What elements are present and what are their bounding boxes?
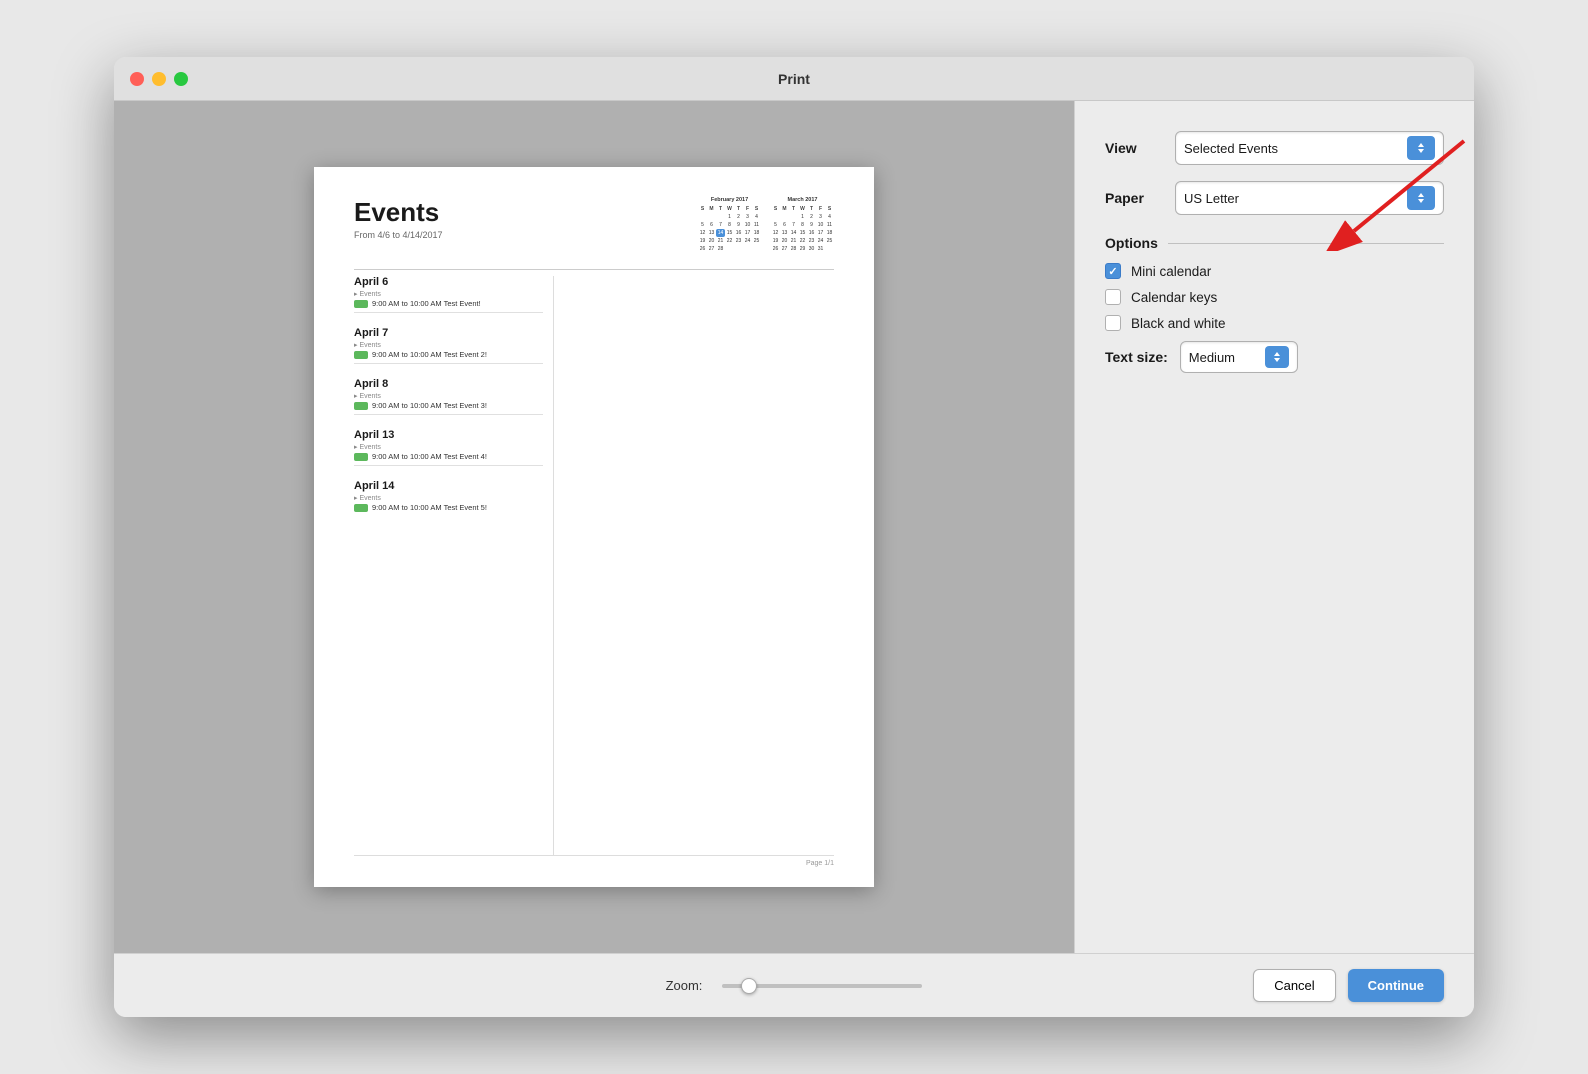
text-size-label: Text size:: [1105, 349, 1168, 365]
paper-left-column: April 6 ▸ Events 9:00 AM to 10:00 AM Tes…: [354, 276, 554, 855]
event-divider: [354, 312, 543, 313]
event-day-apr8: April 8 ▸ Events 9:00 AM to 10:00 AM Tes…: [354, 378, 543, 415]
mini-cal-mar: March 2017 SMTWTFS 1234 567891011 121314…: [771, 197, 834, 253]
event-color-dot: [354, 351, 368, 359]
bottom-buttons: Cancel Continue: [1253, 969, 1444, 1002]
calendar-keys-label: Calendar keys: [1131, 290, 1217, 305]
preview-panel: Events From 4/6 to 4/14/2017 February 20…: [114, 101, 1074, 953]
black-white-checkbox[interactable]: [1105, 315, 1121, 331]
event-item: 9:00 AM to 10:00 AM Test Event 3!: [354, 401, 543, 410]
window-title: Print: [778, 71, 810, 87]
event-color-dot: [354, 300, 368, 308]
event-time-text: 9:00 AM to 10:00 AM Test Event 4!: [372, 452, 487, 461]
event-color-dot: [354, 453, 368, 461]
mini-cal-mar-grid: SMTWTFS 1234 567891011 12131415161718 19…: [771, 205, 834, 253]
paper-footer: Page 1/1: [354, 855, 834, 867]
event-day-apr7: April 7 ▸ Events 9:00 AM to 10:00 AM Tes…: [354, 327, 543, 364]
event-time-text: 9:00 AM to 10:00 AM Test Event 2!: [372, 350, 487, 359]
event-color-dot: [354, 402, 368, 410]
mini-calendars: February 2017 SMTWTFS 1234 567891011 121…: [698, 197, 834, 253]
paper-body: April 6 ▸ Events 9:00 AM to 10:00 AM Tes…: [354, 276, 834, 855]
event-divider: [354, 414, 543, 415]
paper-header: Events From 4/6 to 4/14/2017 February 20…: [354, 197, 834, 253]
event-category: ▸ Events: [354, 392, 543, 400]
event-item: 9:00 AM to 10:00 AM Test Event 5!: [354, 503, 543, 512]
event-day-apr6: April 6 ▸ Events 9:00 AM to 10:00 AM Tes…: [354, 276, 543, 313]
main-content: Events From 4/6 to 4/14/2017 February 20…: [114, 101, 1474, 953]
mini-cal-mar-title: March 2017: [771, 197, 834, 203]
event-day-apr13: April 13 ▸ Events 9:00 AM to 10:00 AM Te…: [354, 429, 543, 466]
event-category: ▸ Events: [354, 443, 543, 451]
text-size-value: Medium: [1189, 350, 1235, 365]
event-time-text: 9:00 AM to 10:00 AM Test Event 3!: [372, 401, 487, 410]
titlebar: Print: [114, 57, 1474, 101]
option-mini-calendar-row: Mini calendar: [1105, 263, 1444, 279]
text-size-select[interactable]: Medium: [1180, 341, 1298, 373]
event-category: ▸ Events: [354, 341, 543, 349]
paper-right-column: [554, 276, 834, 855]
event-day-title: April 6: [354, 276, 543, 288]
event-item: 9:00 AM to 10:00 AM Test Event 4!: [354, 452, 543, 461]
event-item: 9:00 AM to 10:00 AM Test Event 2!: [354, 350, 543, 359]
mini-calendar-checkbox[interactable]: [1105, 263, 1121, 279]
zoom-slider[interactable]: [722, 984, 922, 988]
maximize-button[interactable]: [174, 72, 188, 86]
minimize-button[interactable]: [152, 72, 166, 86]
paper-row: Paper US Letter: [1105, 181, 1444, 215]
event-item: 9:00 AM to 10:00 AM Test Event!: [354, 299, 543, 308]
paper-select-wrapper[interactable]: US Letter: [1175, 181, 1444, 215]
event-day-title: April 14: [354, 480, 543, 492]
view-label: View: [1105, 140, 1175, 156]
continue-button[interactable]: Continue: [1348, 969, 1444, 1002]
calendar-keys-checkbox[interactable]: [1105, 289, 1121, 305]
paper-select-arrow-icon[interactable]: [1407, 186, 1435, 210]
event-time-text: 9:00 AM to 10:00 AM Test Event!: [372, 299, 481, 308]
mini-cal-feb-grid: SMTWTFS 1234 567891011 12131415161718 19…: [698, 205, 761, 253]
paper-label: Paper: [1105, 190, 1175, 206]
black-white-label: Black and white: [1131, 316, 1226, 331]
event-day-apr14: April 14 ▸ Events 9:00 AM to 10:00 AM Te…: [354, 480, 543, 512]
event-day-title: April 8: [354, 378, 543, 390]
paper-select[interactable]: US Letter: [1175, 181, 1444, 215]
event-divider: [354, 465, 543, 466]
option-calendar-keys-row: Calendar keys: [1105, 289, 1444, 305]
event-category: ▸ Events: [354, 290, 543, 298]
paper-select-value: US Letter: [1184, 191, 1239, 206]
text-size-row: Text size: Medium: [1105, 341, 1444, 373]
print-dialog: Print Events From 4/6 to 4/14/2017 Febru…: [114, 57, 1474, 1017]
options-section: Options Mini calendar Calendar keys Blac…: [1105, 235, 1444, 373]
event-time-text: 9:00 AM to 10:00 AM Test Event 5!: [372, 503, 487, 512]
mini-calendar-label: Mini calendar: [1131, 264, 1211, 279]
options-divider: [1168, 243, 1444, 244]
window-controls: [130, 72, 188, 86]
text-size-arrow-icon[interactable]: [1265, 346, 1289, 368]
paper-preview: Events From 4/6 to 4/14/2017 February 20…: [314, 167, 874, 887]
event-color-dot: [354, 504, 368, 512]
view-select[interactable]: Selected Events: [1175, 131, 1444, 165]
option-black-white-row: Black and white: [1105, 315, 1444, 331]
event-day-title: April 7: [354, 327, 543, 339]
options-title: Options: [1105, 235, 1444, 251]
event-divider: [354, 363, 543, 364]
view-select-value: Selected Events: [1184, 141, 1278, 156]
mini-cal-feb-title: February 2017: [698, 197, 761, 203]
event-day-title: April 13: [354, 429, 543, 441]
cancel-button[interactable]: Cancel: [1253, 969, 1335, 1002]
view-select-wrapper[interactable]: Selected Events: [1175, 131, 1444, 165]
preview-title: Events: [354, 197, 443, 228]
mini-cal-feb: February 2017 SMTWTFS 1234 567891011 121…: [698, 197, 761, 253]
view-select-arrow-icon[interactable]: [1407, 136, 1435, 160]
event-category: ▸ Events: [354, 494, 543, 502]
view-row: View Selected Events: [1105, 131, 1444, 165]
close-button[interactable]: [130, 72, 144, 86]
bottom-bar: Zoom: Cancel Continue: [114, 953, 1474, 1017]
header-divider: [354, 269, 834, 270]
zoom-label: Zoom:: [666, 978, 703, 993]
preview-subtitle: From 4/6 to 4/14/2017: [354, 230, 443, 240]
right-panel: View Selected Events Paper: [1074, 101, 1474, 953]
